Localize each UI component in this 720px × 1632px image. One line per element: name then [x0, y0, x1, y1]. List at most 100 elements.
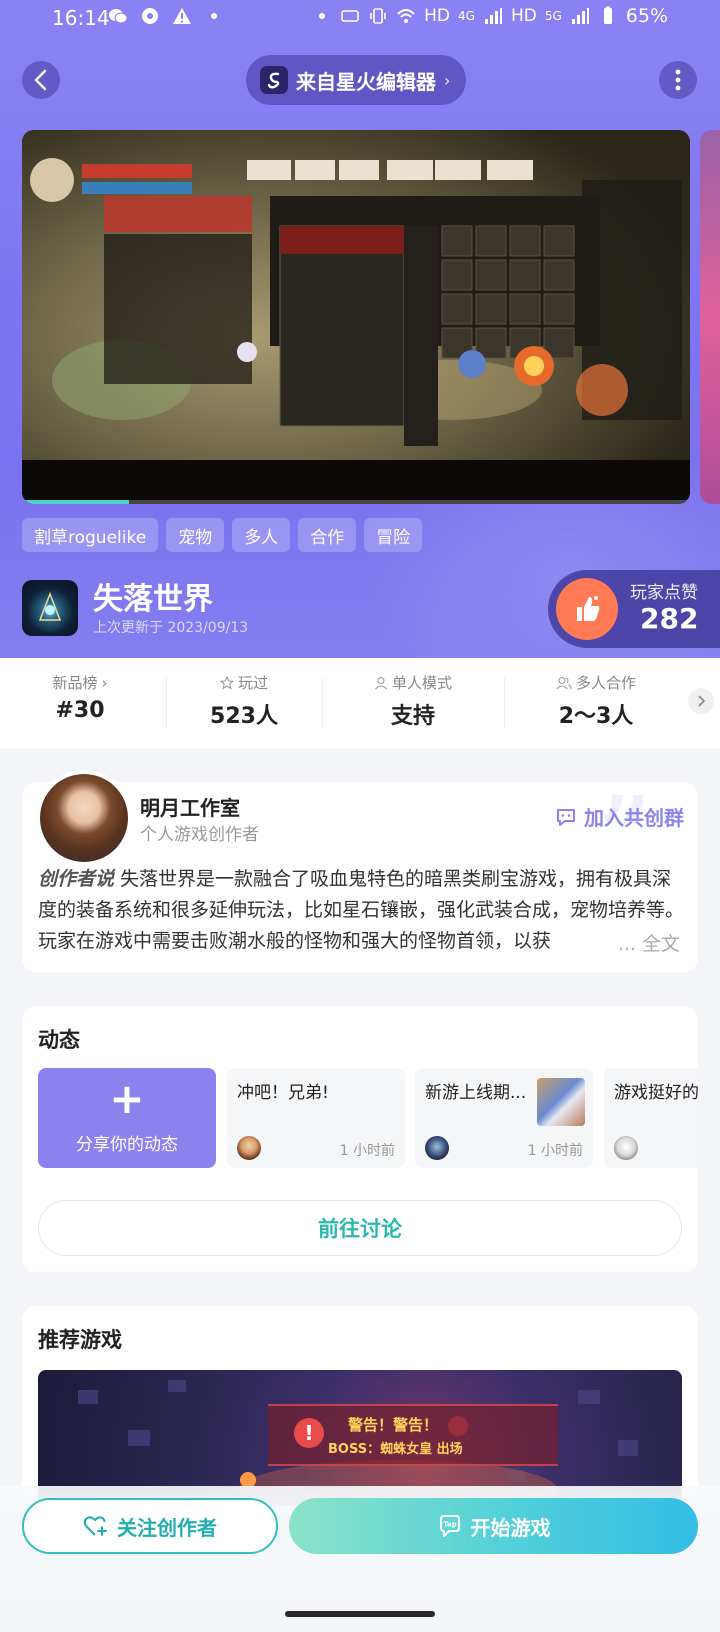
tag-list: 割草roguelike 宠物 多人 合作 冒险: [22, 518, 423, 552]
creator-avatar[interactable]: [36, 770, 132, 866]
post-time: 1 小时前: [339, 1143, 395, 1159]
stats-more-button[interactable]: [688, 688, 714, 714]
avatar: [237, 1136, 261, 1160]
status-time: 16:14: [52, 6, 110, 30]
network-hd-label: HD: [424, 6, 451, 26]
post-item[interactable]: 游戏挺好的...: [604, 1068, 698, 1168]
warning-subtitle: BOSS：蜘蛛女皇 出场: [328, 1442, 463, 1457]
likes-count: 282: [640, 602, 699, 635]
tag-chip[interactable]: 多人: [232, 518, 291, 552]
heart-plus-icon: [83, 1516, 107, 1536]
stat-value: #30: [55, 698, 105, 723]
video-progress-fill: [22, 500, 129, 504]
creator-says-badge: 创作者说: [38, 868, 115, 890]
stat-value: 支持: [390, 704, 435, 729]
post-thumbnail: [537, 1078, 585, 1126]
network-hd-label: HD: [510, 6, 537, 26]
start-game-label: 开始游戏: [470, 1515, 551, 1540]
vibrate-icon: [370, 8, 386, 24]
tag-chip[interactable]: 宠物: [166, 518, 225, 552]
home-indicator[interactable]: [285, 1611, 435, 1617]
network-4g-label: 4G: [458, 9, 475, 23]
creator-name[interactable]: 明月工作室: [140, 792, 240, 821]
creator-description[interactable]: 创作者说 失落世界是一款融合了吸血鬼特色的暗黑类刷宝游戏，拥有极具深度的装备系统和…: [38, 864, 690, 960]
stat-new-rank[interactable]: 新品榜 › #30: [0, 658, 160, 748]
svg-text:Tap: Tap: [443, 1521, 457, 1529]
tag-chip[interactable]: 合作: [298, 518, 357, 552]
game-stats-bar: 新品榜 › #30 玩过 523人 单人模式 支持 多人合作 2～3人: [0, 658, 720, 748]
stat-single-mode: 单人模式 支持: [322, 658, 504, 748]
recommended-games-card: 推荐游戏 ! 警告！警告！ BOSS：蜘蛛女皇 出场: [22, 1306, 698, 1506]
dot-icon: [319, 13, 326, 19]
share-post-button[interactable]: + 分享你的动态: [38, 1068, 216, 1168]
more-options-button[interactable]: [659, 61, 697, 99]
network-5g-label: 5G: [544, 9, 562, 23]
taptap-play-icon: Tap: [439, 1515, 460, 1537]
alert-icon: !: [294, 1418, 324, 1448]
back-button[interactable]: [22, 61, 60, 99]
warning-icon: [173, 8, 191, 24]
follow-creator-button[interactable]: 关注创作者: [22, 1498, 278, 1554]
game-updated-date: 上次更新于 2023/09/13: [93, 620, 249, 636]
post-time: 1 小时前: [527, 1143, 583, 1159]
post-text: 新游上线期...: [425, 1083, 527, 1103]
go-to-discussion-button[interactable]: 前往讨论: [38, 1200, 682, 1256]
likes-label: 玩家点赞: [630, 583, 698, 603]
chevron-right-icon: ›: [444, 70, 451, 90]
next-media-preview[interactable]: [700, 130, 720, 504]
chevron-right-icon: ›: [101, 673, 108, 692]
stat-label: 多人合作: [575, 674, 636, 692]
stat-value: 2～3人: [558, 704, 634, 729]
wechat-icon: [109, 9, 128, 24]
group-icon: [556, 676, 572, 689]
follow-label: 关注创作者: [117, 1515, 217, 1540]
stat-label: 单人模式: [391, 674, 452, 692]
join-group-button[interactable]: 加入共创群: [554, 802, 684, 831]
battery-percent: 65%: [625, 5, 668, 27]
more-vertical-icon: [675, 69, 681, 91]
battery-icon: [603, 6, 612, 24]
spark-editor-logo-icon: [260, 66, 288, 94]
post-text: 游戏挺好的...: [614, 1083, 698, 1103]
start-game-button[interactable]: Tap 开始游戏: [289, 1498, 698, 1554]
thumbs-up-icon: [556, 578, 618, 640]
posts-title: 动态: [38, 1028, 80, 1052]
stat-label: 玩过: [237, 674, 268, 692]
share-post-label: 分享你的动态: [76, 1135, 178, 1155]
creator-card: ” 明月工作室 个人游戏创作者 加入共创群 创作者说 失落世界是一款融合了吸血鬼特…: [22, 770, 698, 972]
stat-multiplayer: 多人合作 2～3人: [504, 658, 688, 748]
game-title: 失落世界: [93, 582, 213, 617]
nfc-icon: [341, 10, 359, 22]
video-progress-bar[interactable]: [22, 500, 690, 504]
chat-group-icon: [557, 808, 575, 826]
stat-value: 523人: [210, 704, 278, 729]
read-more-link[interactable]: ... 全文: [587, 929, 680, 960]
game-icon: [22, 580, 78, 636]
posts-card: 动态 + 分享你的动态 冲吧！兄弟! 1 小时前 新游上线期... 1 小时前 …: [22, 1006, 698, 1272]
creator-role: 个人游戏创作者: [140, 825, 259, 845]
source-label: 来自星火编辑器: [296, 69, 436, 94]
chevron-right-icon: [698, 695, 705, 707]
join-group-label: 加入共创群: [584, 806, 684, 830]
plus-icon: +: [109, 1074, 145, 1123]
signal-icon: [484, 8, 502, 24]
person-icon: [375, 676, 387, 689]
game-hero: 16:14 HD 4G HD 5G 65% 来自星火编辑器 › 割草roguel…: [0, 0, 720, 662]
wifi-icon: [397, 9, 415, 23]
post-item[interactable]: 新游上线期... 1 小时前: [415, 1068, 593, 1168]
player-likes[interactable]: 玩家点赞 282: [548, 570, 720, 648]
star-icon: [219, 675, 234, 690]
bottom-action-bar: 关注创作者 Tap 开始游戏: [0, 1486, 720, 1600]
dot-icon: [211, 13, 217, 19]
avatar: [614, 1136, 638, 1160]
tag-chip[interactable]: 割草roguelike: [22, 518, 159, 552]
warning-title: 警告！警告！: [348, 1416, 439, 1434]
game-video-preview[interactable]: [22, 130, 690, 504]
post-text: 冲吧！兄弟!: [237, 1083, 329, 1103]
source-editor-pill[interactable]: 来自星火编辑器 ›: [246, 55, 466, 105]
stat-label: 新品榜: [52, 674, 98, 692]
tag-chip[interactable]: 冒险: [364, 518, 423, 552]
boss-warning-banner: ! 警告！警告！ BOSS：蜘蛛女皇 出场: [268, 1404, 558, 1466]
post-item[interactable]: 冲吧！兄弟! 1 小时前: [227, 1068, 405, 1168]
stat-played: 玩过 523人: [166, 658, 322, 748]
